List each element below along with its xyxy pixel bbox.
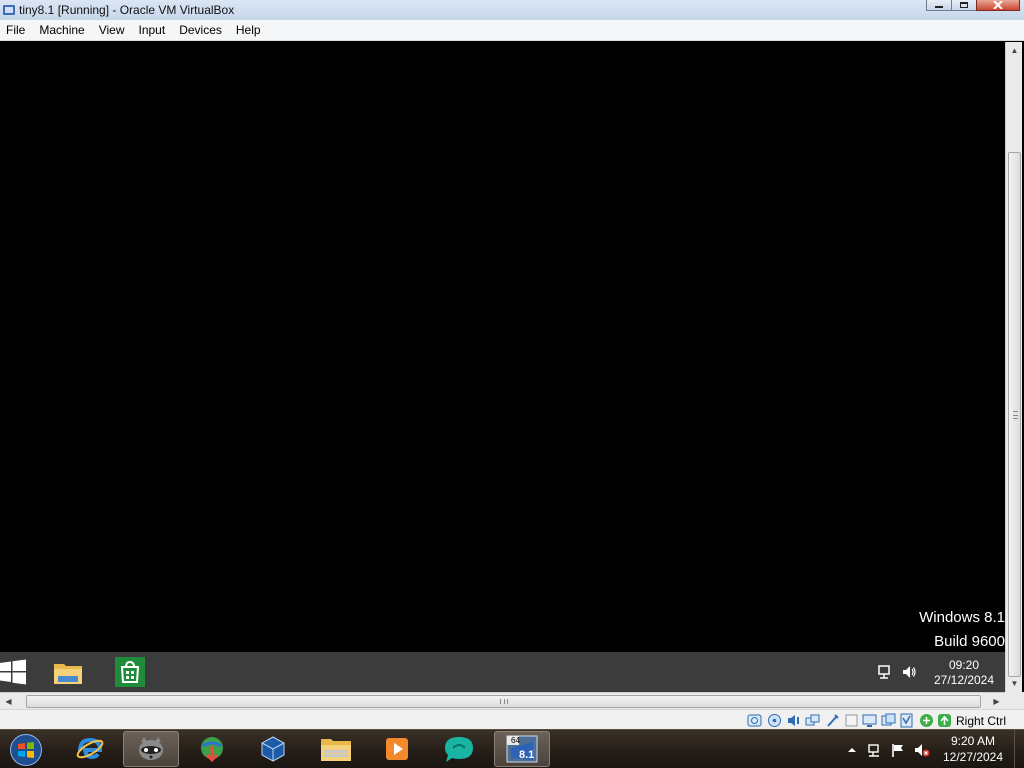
vertical-scrollbar[interactable]: ▲ ▼ [1005,42,1022,692]
action-center-flag-icon[interactable] [890,742,906,758]
host-clock[interactable]: 9:20 AM 12/27/2024 [938,733,1008,765]
scroll-right-button[interactable]: ▶ [988,693,1005,710]
virtualbox-icon [3,5,15,15]
volume-icon[interactable] [901,664,917,680]
taskbar-raccoon-app[interactable] [123,731,179,767]
file-explorer-icon[interactable] [52,656,84,688]
mouse-integration-icon[interactable] [919,713,934,728]
media-player-icon [386,738,408,760]
scroll-up-button[interactable]: ▲ [1006,42,1023,59]
scroll-left-button[interactable]: ◀ [0,693,17,710]
scrollbar-corner [1005,692,1024,709]
show-desktop-button[interactable] [1014,730,1024,768]
window-title-bar[interactable]: tiny8.1 [Running] - Oracle VM VirtualBox [0,0,1024,20]
taskbar-chat-app[interactable] [431,731,487,767]
grip-icon [1013,411,1018,419]
network-icon[interactable] [876,664,892,680]
restore-icon [960,2,968,8]
display-icon[interactable] [862,713,877,728]
keyboard-icon[interactable] [937,713,952,728]
usb-icon[interactable] [825,713,840,728]
taskbar-virtualbox[interactable] [245,731,301,767]
host-taskbar: 64 8.1 9:20 AM 12/27/2024 [0,729,1024,768]
close-button[interactable] [976,0,1020,11]
host-key-label: Right Ctrl [956,714,1007,728]
guest-time: 09:20 [948,658,980,672]
taskbar-vm-window[interactable]: 64 8.1 [494,731,550,767]
taskbar-file-explorer[interactable] [308,731,364,767]
host-date: 12/27/2024 [942,750,1004,764]
video-capture-icon[interactable] [881,713,896,728]
menu-help[interactable]: Help [229,23,268,37]
chat-bubble-icon [445,737,473,762]
volume-muted-icon[interactable] [914,742,930,758]
windows-version-watermark: Windows 8.1 [919,609,1005,626]
minimize-icon [935,6,943,8]
host-time: 9:20 AM [950,734,996,748]
horizontal-scrollbar[interactable]: ◀ ▶ [0,692,1005,709]
start-orb-icon[interactable] [8,733,44,767]
raccoon-app-icon [139,737,163,760]
start-icon[interactable] [0,659,26,685]
guest-taskbar: 09:20 27/12/2024 [0,652,1005,692]
close-icon [993,1,1003,9]
vertical-scroll-thumb[interactable] [1008,152,1021,677]
windows-build-watermark: Build 9600 [934,633,1005,650]
menu-file[interactable]: File [0,23,32,37]
grip-icon [500,699,508,704]
minimize-button[interactable] [926,0,952,11]
window-title: tiny8.1 [Running] - Oracle VM VirtualBox [19,3,235,17]
menu-machine[interactable]: Machine [32,23,91,37]
menu-input[interactable]: Input [132,23,173,37]
menu-bar: File Machine View Input Devices Help [0,20,1024,41]
horizontal-scroll-thumb[interactable] [26,695,981,708]
taskbar-internet-explorer[interactable] [62,731,118,767]
maximize-button[interactable] [951,0,977,11]
internet-download-manager-icon [201,737,223,763]
vm-status-bar: Right Ctrl [0,709,1024,729]
store-icon[interactable] [114,656,146,688]
optical-drive-icon[interactable] [767,713,782,728]
audio-icon[interactable] [786,713,801,728]
guest-clock[interactable]: 09:20 27/12/2024 [928,658,1000,688]
internet-explorer-icon [76,737,104,760]
cpu-icon[interactable] [899,713,914,728]
vm-window-label: 8.1 [519,749,535,761]
network-icon[interactable] [867,742,883,758]
show-hidden-icons-arrow[interactable] [844,742,860,758]
network-adapters-icon[interactable] [805,713,820,728]
menu-devices[interactable]: Devices [172,23,229,37]
menu-view[interactable]: View [92,23,132,37]
file-explorer-icon [321,739,351,761]
vm-window-badge: 64 [511,736,520,745]
guest-date: 27/12/2024 [933,673,995,687]
taskbar-internet-download-manager[interactable] [184,731,240,767]
hard-disk-icon[interactable] [747,713,762,728]
virtualbox-icon [261,736,285,762]
taskbar-media-player[interactable] [369,731,425,767]
shared-folders-icon[interactable] [844,713,859,728]
window-controls [926,0,1020,11]
scroll-down-button[interactable]: ▼ [1006,675,1023,692]
vm-display[interactable]: Windows 8.1 Build 9600 [0,42,1005,652]
